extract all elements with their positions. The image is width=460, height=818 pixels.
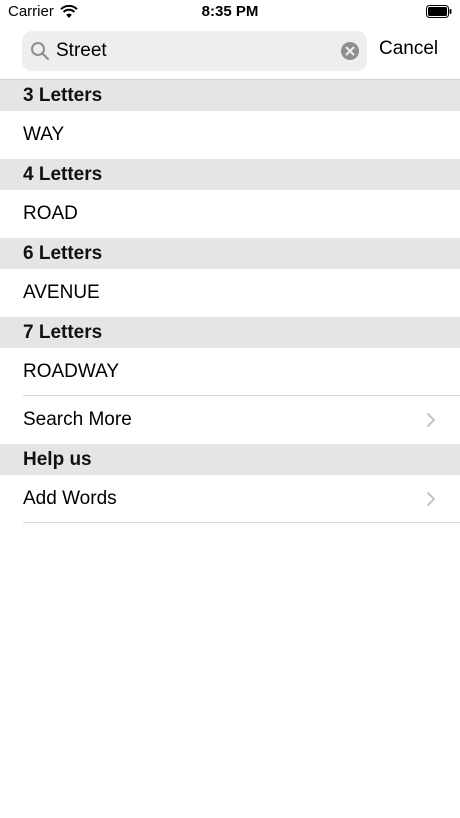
battery-icon [426, 5, 452, 18]
add-words-row[interactable]: Add Words [0, 475, 460, 523]
section-header-6-letters: 6 Letters [0, 238, 460, 269]
search-field[interactable] [22, 31, 367, 71]
status-bar: Carrier 8:35 PM [0, 0, 460, 24]
search-icon [31, 42, 50, 61]
section-header-help-us: Help us [0, 444, 460, 475]
search-input[interactable] [56, 31, 326, 71]
status-time: 8:35 PM [201, 3, 259, 20]
clear-icon[interactable] [341, 42, 359, 60]
list-item[interactable]: WAY [0, 111, 460, 159]
chevron-right-icon [427, 413, 435, 427]
section-header-4-letters: 4 Letters [0, 159, 460, 190]
section-header-3-letters: 3 Letters [0, 80, 460, 111]
results-list: 3 Letters WAY 4 Letters ROAD 6 Letters A… [0, 80, 460, 523]
search-bar: Cancel [0, 24, 460, 80]
section-header-7-letters: 7 Letters [0, 317, 460, 348]
list-item[interactable]: ROAD [0, 190, 460, 238]
add-words-label: Add Words [23, 488, 117, 509]
cancel-button[interactable]: Cancel [379, 38, 438, 60]
list-item[interactable]: ROADWAY [0, 348, 460, 396]
search-more-label: Search More [23, 409, 132, 430]
list-item[interactable]: AVENUE [0, 269, 460, 317]
search-more-row[interactable]: Search More [0, 396, 460, 444]
chevron-right-icon [427, 492, 435, 506]
